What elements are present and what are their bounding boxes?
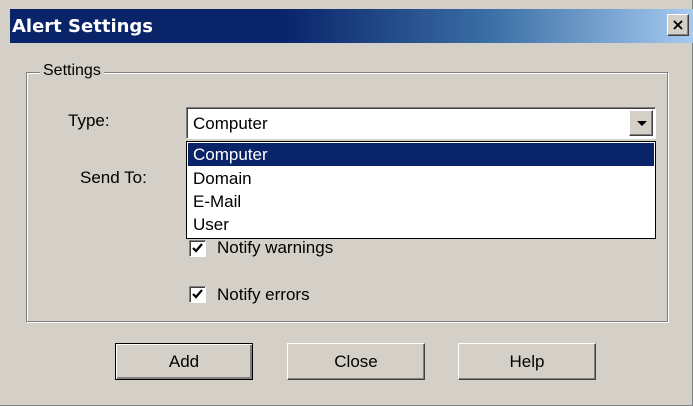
- type-option-domain[interactable]: Domain: [188, 167, 654, 190]
- close-window-button[interactable]: ×: [667, 14, 689, 36]
- alert-settings-dialog: Alert Settings × Settings Type: Computer…: [0, 0, 693, 406]
- type-combobox[interactable]: Computer: [186, 107, 656, 139]
- notify-errors-label[interactable]: Notify errors: [217, 285, 310, 305]
- type-option-email[interactable]: E-Mail: [188, 190, 654, 213]
- close-button[interactable]: Close: [287, 343, 425, 380]
- close-icon: ×: [671, 15, 685, 34]
- type-label: Type:: [68, 111, 110, 130]
- chevron-down-icon: [637, 121, 647, 126]
- send-to-label: Send To:: [80, 168, 147, 187]
- type-option-computer[interactable]: Computer: [188, 143, 654, 166]
- notify-warnings-label[interactable]: Notify warnings: [217, 238, 333, 258]
- notify-warnings-checkbox[interactable]: [189, 240, 206, 257]
- window-title: Alert Settings: [12, 16, 154, 37]
- title-bar[interactable]: Alert Settings ×: [10, 9, 693, 43]
- checkmark-icon: [192, 289, 203, 299]
- help-button[interactable]: Help: [458, 343, 596, 380]
- type-dropdown-button[interactable]: [629, 110, 653, 136]
- settings-group-legend: Settings: [40, 62, 104, 80]
- type-option-user[interactable]: User: [188, 213, 654, 236]
- type-dropdown-list: Computer Domain E-Mail User: [186, 141, 656, 239]
- checkmark-icon: [192, 243, 203, 253]
- type-combobox-value: Computer: [193, 114, 268, 133]
- notify-errors-checkbox[interactable]: [189, 286, 206, 303]
- add-button[interactable]: Add: [115, 343, 253, 380]
